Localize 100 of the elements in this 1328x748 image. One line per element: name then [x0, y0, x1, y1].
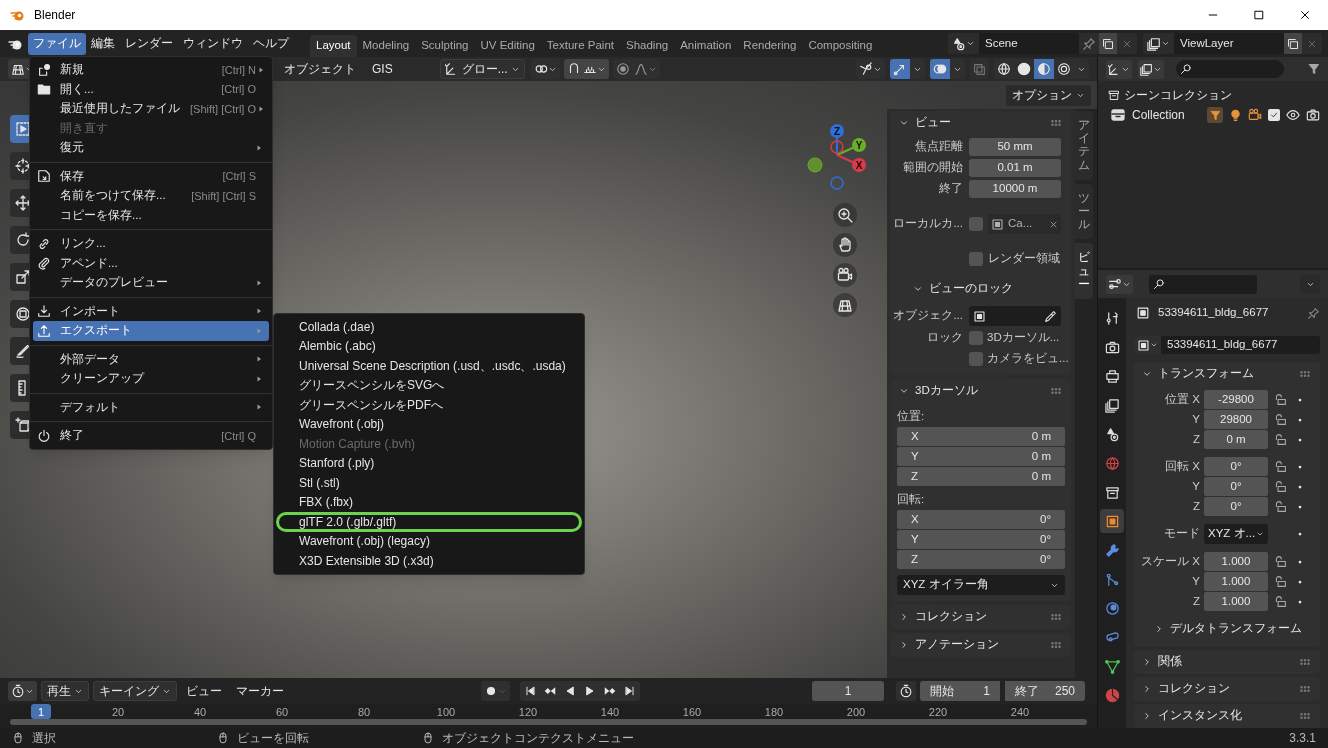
- start-frame-field[interactable]: 開始 1: [920, 681, 1000, 701]
- menu-button[interactable]: 再生: [41, 681, 89, 701]
- number-field[interactable]: 0 m: [1204, 430, 1268, 449]
- mode-dropdown[interactable]: XYZ オ...: [1204, 524, 1268, 544]
- menu-item[interactable]: Wavefront (.obj) (legacy): [276, 531, 582, 551]
- number-field[interactable]: 0°: [1204, 457, 1268, 476]
- menu-button[interactable]: レンダー: [120, 32, 178, 55]
- menu-item[interactable]: Stl (.stl): [276, 473, 582, 493]
- menu-item[interactable]: 外部データ: [33, 349, 269, 369]
- number-field[interactable]: Z 0 m: [897, 467, 1065, 486]
- axis-gizmo[interactable]: Z Y X: [807, 117, 873, 195]
- menu-item[interactable]: 最近使用したファイル [Shift] [Ctrl] O: [33, 99, 269, 119]
- menu-item[interactable]: 名前をつけて保存... [Shift] [Ctrl] S: [33, 186, 269, 206]
- sidebar-tab[interactable]: アイテム: [1075, 111, 1093, 180]
- menu-item[interactable]: FBX (.fbx): [276, 492, 582, 512]
- menu-item[interactable]: 新規 [Ctrl] N: [33, 60, 269, 80]
- workspace-tab[interactable]: Modeling: [356, 35, 416, 57]
- menu-button[interactable]: ビュー: [181, 681, 227, 701]
- panel-header[interactable]: ビューのロック: [891, 277, 1071, 301]
- panel-header[interactable]: アノテーション: [891, 633, 1071, 657]
- workspace-tab[interactable]: UV Editing: [474, 35, 541, 57]
- window-title: Blender: [34, 7, 76, 24]
- rotation-mode-dropdown[interactable]: XYZ オイラー角: [897, 575, 1065, 595]
- menu-item[interactable]: 保存 [Ctrl] S: [33, 166, 269, 186]
- number-field[interactable]: X 0°: [897, 510, 1065, 529]
- tree-item[interactable]: Collection: [1132, 106, 1185, 124]
- workspace-tab[interactable]: Texture Paint: [540, 35, 620, 57]
- view-layer-field[interactable]: ViewLayer: [1174, 33, 1284, 54]
- sidebar-tab[interactable]: ツール: [1075, 183, 1093, 240]
- number-field[interactable]: 0°: [1204, 497, 1268, 516]
- menu-button[interactable]: ヘルプ: [248, 32, 294, 55]
- menu-item[interactable]: Stanford (.ply): [276, 453, 582, 473]
- menu-button[interactable]: キーイング: [93, 681, 177, 701]
- menu-item[interactable]: 開く... [Ctrl] O: [33, 79, 269, 99]
- workspace-tab[interactable]: Compositing: [802, 35, 879, 57]
- workspace-tab[interactable]: Animation: [674, 35, 738, 57]
- tree-item[interactable]: シーンコレクション: [1124, 86, 1232, 104]
- object-name: 53394611_bldg_6677: [1158, 305, 1269, 321]
- menu-item[interactable]: エクスポート: [33, 321, 269, 341]
- panel-header[interactable]: 関係: [1134, 650, 1320, 674]
- menu-button[interactable]: オブジェクト: [277, 59, 363, 79]
- number-field[interactable]: Z 0°: [897, 550, 1065, 569]
- panel-header[interactable]: 3Dカーソル: [891, 379, 1071, 403]
- menu-item[interactable]: デフォルト: [33, 397, 269, 417]
- current-frame-field[interactable]: 1: [812, 681, 884, 701]
- workspace-tab[interactable]: Sculpting: [415, 35, 475, 57]
- menu-item[interactable]: クリーンアップ: [33, 369, 269, 389]
- menu-button[interactable]: ウィンドウ: [178, 32, 248, 55]
- number-field[interactable]: 1.000: [1204, 572, 1268, 591]
- playhead-frame[interactable]: 1: [31, 704, 51, 719]
- workspace-tab[interactable]: Layout: [310, 35, 357, 57]
- number-field[interactable]: 1.000: [1204, 592, 1268, 611]
- menu-item[interactable]: インポート: [33, 301, 269, 321]
- number-field[interactable]: Y 0°: [897, 530, 1065, 549]
- number-field[interactable]: -29800: [1204, 390, 1268, 409]
- menu-item[interactable]: glTF 2.0 (.glb/.gltf): [276, 512, 582, 532]
- object-name-field[interactable]: 53394611_bldg_6677: [1134, 336, 1320, 354]
- menu-item[interactable]: Universal Scene Description (.usd、.usdc、.usda): [276, 356, 582, 376]
- menu-item[interactable]: Wavefront (.obj): [276, 414, 582, 434]
- number-field[interactable]: 50 mm: [969, 138, 1061, 156]
- menu-button[interactable]: マーカー: [231, 681, 289, 701]
- sidebar-tab[interactable]: ビュー: [1075, 243, 1093, 299]
- menu-item[interactable]: グリースペンシルをPDFへ: [276, 395, 582, 415]
- transform-orientation-dropdown[interactable]: グロー...: [439, 59, 525, 79]
- menu-button[interactable]: 編集: [86, 32, 120, 55]
- panel-header[interactable]: トランスフォーム: [1134, 362, 1320, 386]
- panel-header[interactable]: インスタンス化: [1134, 704, 1320, 728]
- number-field[interactable]: Y 0 m: [897, 447, 1065, 466]
- number-field[interactable]: 0.01 m: [969, 159, 1061, 177]
- number-field[interactable]: 0°: [1204, 477, 1268, 496]
- end-frame-field[interactable]: 終了 250: [1005, 681, 1085, 701]
- menu-item[interactable]: コピーを保存...: [33, 205, 269, 225]
- menu-item[interactable]: アペンド...: [33, 253, 269, 273]
- options-button[interactable]: オプション: [1006, 84, 1091, 106]
- scene-name-field[interactable]: Scene: [979, 33, 1079, 54]
- number-field[interactable]: X 0 m: [897, 427, 1065, 446]
- field-label: モード: [1163, 526, 1201, 542]
- number-field[interactable]: 10000 m: [969, 180, 1061, 198]
- menu-item[interactable]: グリースペンシルをSVGへ: [276, 375, 582, 395]
- menu-item[interactable]: Alembic (.abc): [276, 336, 582, 356]
- menu-item[interactable]: X3D Extensible 3D (.x3d): [276, 551, 582, 571]
- workspace-tab[interactable]: Shading: [620, 35, 675, 57]
- shortcut-text: [Ctrl] O: [221, 82, 256, 97]
- checkbox-label: レンダー領域: [988, 251, 1060, 267]
- panel-header[interactable]: コレクション: [891, 605, 1071, 629]
- menu-button[interactable]: ファイル: [28, 32, 86, 55]
- menu-button[interactable]: GIS: [365, 59, 400, 79]
- menu-item[interactable]: 終了 [Ctrl] Q: [33, 426, 269, 446]
- workspace-tab[interactable]: Rendering: [737, 35, 803, 57]
- menu-item[interactable]: データのプレビュー: [33, 273, 269, 293]
- menu-item[interactable]: リンク...: [33, 234, 269, 254]
- number-field[interactable]: 1.000: [1204, 552, 1268, 571]
- panel-header[interactable]: デルタトランスフォーム: [1134, 617, 1320, 641]
- number-field[interactable]: 29800: [1204, 410, 1268, 429]
- field-label: Y: [1191, 573, 1201, 589]
- menu-item[interactable]: Collada (.dae): [276, 317, 582, 337]
- menu-item[interactable]: 復元: [33, 138, 269, 158]
- panel-header[interactable]: ビュー: [891, 111, 1071, 135]
- panel-header[interactable]: コレクション: [1134, 677, 1320, 701]
- camera-field[interactable]: Ca...: [988, 214, 1061, 234]
